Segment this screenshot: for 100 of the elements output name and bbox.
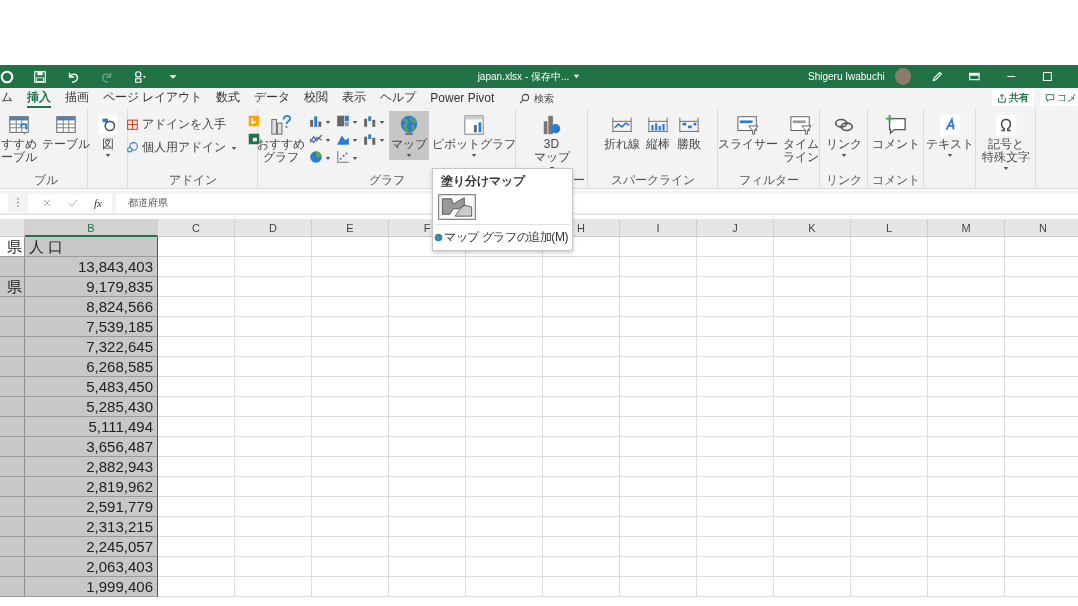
menu-header: 塗り分けマップ	[440, 173, 527, 190]
group-label: ー	[573, 173, 585, 187]
maximize-icon[interactable]	[1041, 70, 1054, 83]
user-name[interactable]: Shigeru Iwabuchi	[808, 71, 885, 82]
globe-icon	[398, 114, 420, 136]
ribbon-button[interactable]: 図	[92, 111, 123, 161]
insert-function-button[interactable]: fx	[94, 196, 102, 209]
ribbon-button[interactable]: ピボットグラフ	[430, 111, 518, 161]
search-field[interactable]: 検索	[519, 92, 575, 104]
search-icon	[519, 92, 531, 104]
column-header[interactable]: J	[697, 219, 774, 237]
caret-icon	[471, 153, 477, 159]
globe-icon	[434, 233, 443, 242]
column-header[interactable]: M	[928, 219, 1005, 237]
ribbon-button[interactable]: テキスト	[923, 111, 976, 161]
table-cell: 県	[0, 237, 25, 257]
group-label: コメント	[871, 173, 920, 187]
ribbon-button[interactable]: 記号と 特殊文字	[979, 111, 1032, 174]
store-icon	[125, 118, 139, 132]
table-cell: 2,819,962	[25, 477, 158, 497]
caret-icon	[352, 137, 358, 143]
omega-icon	[994, 114, 1017, 136]
ribbon-tab[interactable]: 校閲	[304, 88, 329, 108]
text-box-icon	[938, 114, 961, 136]
caret-icon	[325, 155, 331, 161]
bar-chart-icon	[309, 114, 323, 128]
filled-map-button[interactable]	[438, 194, 476, 220]
caret-icon	[352, 155, 358, 161]
table-cell: 9,179,835	[25, 277, 158, 297]
pivot-chart-icon	[463, 114, 485, 136]
caret-icon	[325, 119, 331, 125]
ribbon-button[interactable]: スライサー	[716, 111, 780, 154]
table-cell: 5,483,450	[25, 377, 158, 397]
column-header[interactable]: B	[25, 219, 158, 237]
ribbon-tab[interactable]: 数式	[216, 88, 241, 108]
caret-icon	[379, 137, 385, 143]
column-header[interactable]: D	[235, 219, 312, 237]
ribbon-tab[interactable]: データ	[254, 88, 291, 108]
table-cell: 2,063,403	[25, 557, 158, 577]
caret-icon	[1002, 166, 1009, 172]
caret-icon	[230, 146, 237, 152]
ribbon-tab[interactable]: ヘルプ	[380, 88, 417, 108]
ribbon-button[interactable]: 縦棒	[642, 111, 673, 154]
table-cell: 13,843,403	[25, 257, 158, 277]
table-cell: 5,285,430	[25, 397, 158, 417]
table-icon	[55, 114, 77, 136]
ribbon-button[interactable]: マップ	[389, 111, 429, 161]
ribbon-button[interactable]: すすめ ーブル	[0, 111, 39, 167]
column-header[interactable]: K	[774, 219, 851, 237]
ribbon-button[interactable]: 個人用アドイン	[123, 140, 241, 156]
ribbon-button[interactable]: アドインを入手	[123, 117, 241, 133]
caret-icon	[379, 119, 385, 125]
caret-icon[interactable]	[573, 73, 581, 80]
pen-icon[interactable]	[931, 70, 944, 83]
ribbon-button[interactable]: リンク	[823, 111, 864, 161]
table-cell: 人 口	[25, 237, 158, 257]
drag-handle-icon[interactable]	[16, 197, 20, 208]
group-label: グラフ	[368, 173, 405, 187]
ribbon-button[interactable]: 折れ線	[601, 111, 642, 154]
pie-chart-icon	[309, 150, 323, 164]
ribbon-button[interactable]: 3D マップ	[531, 111, 572, 174]
comments-button[interactable]: コメ	[1040, 90, 1078, 106]
ribbon-tab[interactable]: 表示	[342, 88, 367, 108]
waterfall-chart-icon	[363, 114, 377, 128]
timeline-icon	[790, 114, 812, 136]
scatter-chart-icon	[336, 150, 350, 164]
ribbon-display-icon[interactable]	[967, 70, 981, 83]
column-header[interactable]: C	[158, 219, 235, 237]
ribbon-button[interactable]: おすすめ グラフ	[255, 111, 307, 167]
recommended-chart-icon	[270, 114, 292, 136]
column-header[interactable]: I	[620, 219, 697, 237]
share-button[interactable]: 共有	[992, 90, 1034, 106]
ribbon-tab[interactable]: 描画	[65, 88, 89, 108]
table-cell: 3,656,487	[25, 437, 158, 457]
column-header[interactable]: N	[1005, 219, 1078, 237]
comment-icon	[1045, 93, 1055, 103]
table-cell: 2,313,215	[25, 517, 158, 537]
caret-icon	[946, 153, 953, 159]
ribbon-tab[interactable]: ム	[1, 88, 13, 108]
ribbon-button[interactable]: 勝敗	[673, 111, 704, 154]
column-header[interactable]: E	[312, 219, 389, 237]
table-cell: 6,268,585	[25, 357, 158, 377]
ribbon-tab[interactable]: ページ レイアウト	[103, 88, 203, 108]
caret-icon	[840, 153, 847, 159]
picture-icon	[96, 114, 119, 136]
caret-icon	[104, 153, 111, 159]
window-title: japan.xlsx - 保存中...	[477, 69, 570, 84]
comment-icon	[884, 114, 907, 136]
table-cell: 2,882,943	[25, 457, 158, 477]
share-icon	[997, 93, 1007, 103]
group-label: フィルター	[738, 173, 799, 187]
ribbon-button[interactable]: コメント	[869, 111, 922, 154]
ribbon-button[interactable]: テーブル	[40, 111, 92, 154]
group-label: リンク	[825, 173, 862, 187]
column-header[interactable]: L	[851, 219, 928, 237]
ribbon-tab[interactable]: Power Pivot	[430, 89, 495, 107]
hierarchy-chart-icon	[336, 114, 350, 128]
caret-icon	[352, 119, 358, 125]
group-label: スパークライン	[610, 173, 695, 187]
ribbon-button[interactable]: タイム ライン	[781, 111, 821, 167]
